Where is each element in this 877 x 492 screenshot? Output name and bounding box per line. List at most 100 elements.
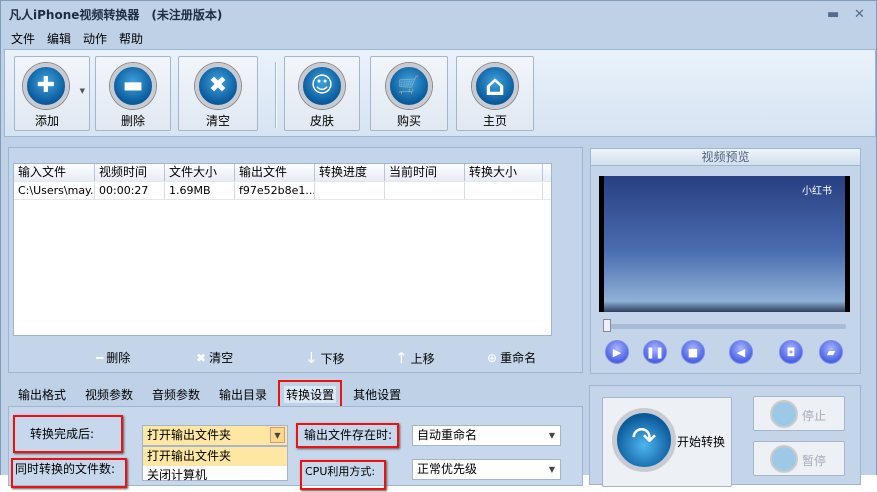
pause-icon	[770, 445, 798, 473]
cell-video-time: 00:00:27	[95, 182, 165, 199]
col-current-time[interactable]: 当前时间	[385, 164, 465, 181]
clear-label: 清空	[205, 114, 230, 128]
settings-tabs: 输出格式 视频参数 音频参数 输出目录 转换设置 其他设置	[16, 380, 403, 409]
cell-file-size: 1.69MB	[165, 182, 235, 199]
window-title: 凡人iPhone视频转换器 (未注册版本)	[9, 8, 223, 22]
folder-icon[interactable]: ▰	[819, 340, 843, 364]
delete-button[interactable]: ▬ 删除	[95, 56, 171, 131]
rename-button[interactable]: ⊕ 重命名	[487, 349, 536, 366]
toolbar-separator	[275, 62, 277, 128]
menu-action[interactable]: 动作	[83, 30, 107, 47]
move-up-button[interactable]: ↑ 上移	[395, 349, 435, 367]
tab-video-params[interactable]: 视频参数	[83, 386, 135, 403]
volume-icon[interactable]: ◀	[729, 340, 753, 364]
stop-icon	[770, 400, 798, 428]
seek-slider[interactable]	[603, 324, 846, 329]
add-label: 添加	[35, 114, 60, 128]
list-clear-label: 清空	[209, 351, 234, 365]
preview-title: 视频预览	[591, 149, 860, 166]
skin-label: 皮肤	[309, 114, 334, 128]
chevron-down-icon: ▼	[548, 465, 555, 474]
col-converted-size[interactable]: 转换大小	[465, 164, 543, 181]
x-icon: ✖	[196, 350, 207, 365]
file-table[interactable]: 输入文件 视频时间 文件大小 输出文件 转换进度 当前时间 转换大小 C:\Us…	[13, 163, 552, 336]
option-shutdown[interactable]: 关闭计算机	[143, 466, 287, 485]
home-icon: ⌂	[472, 63, 518, 109]
cell-progress	[315, 182, 385, 199]
col-file-size[interactable]: 文件大小	[165, 164, 235, 181]
clear-x-icon: ✖	[195, 63, 241, 109]
concurrent-files-label: 同时转换的文件数:	[11, 458, 127, 488]
tab-audio-params[interactable]: 音频参数	[150, 386, 202, 403]
file-exists-value: 自动重命名	[417, 428, 478, 442]
smiley-icon: ☺	[299, 63, 345, 109]
cell-current-time	[385, 182, 465, 199]
list-delete-button[interactable]: ━ 删除	[96, 349, 130, 366]
add-button[interactable]: ✚ ▼ 添加	[14, 56, 90, 131]
buy-label: 购买	[396, 114, 421, 128]
menu-edit[interactable]: 编辑	[47, 30, 71, 47]
pause-button[interactable]: 暂停	[753, 441, 845, 476]
tab-convert-settings[interactable]: 转换设置	[278, 380, 343, 409]
home-button[interactable]: ⌂ 主页	[456, 56, 534, 131]
stop-button[interactable]: 停止	[753, 396, 845, 431]
arrow-down-icon: ↓	[305, 349, 318, 367]
skin-button[interactable]: ☺ 皮肤	[284, 56, 360, 131]
stop-icon[interactable]: ■	[681, 340, 705, 364]
watermark: 小红书	[802, 186, 832, 197]
tab-output-format[interactable]: 输出格式	[16, 386, 68, 403]
after-convert-select[interactable]: 打开输出文件夹 ▼	[142, 425, 288, 446]
tab-other-settings[interactable]: 其他设置	[351, 386, 403, 403]
chevron-down-icon[interactable]: ▼	[270, 427, 285, 443]
cell-output-file: f97e52b8e1...	[235, 182, 315, 199]
cell-input-file: C:\Users\may...	[14, 182, 95, 199]
chevron-down-icon: ▼	[548, 431, 555, 440]
rename-label: 重命名	[500, 351, 537, 365]
clear-button[interactable]: ✖ 清空	[178, 56, 258, 131]
app-window: 凡人iPhone视频转换器 (未注册版本) ▬ ✕ 文件 编辑 动作 帮助 ✚ ▼…	[0, 0, 877, 490]
tab-output-dir[interactable]: 输出目录	[217, 386, 269, 403]
seek-handle[interactable]	[603, 319, 611, 332]
col-progress[interactable]: 转换进度	[315, 164, 385, 181]
start-convert-button[interactable]: ↷ 开始转换	[602, 397, 732, 487]
cell-converted-size	[465, 182, 543, 199]
home-label: 主页	[482, 114, 507, 128]
minus-icon: ▬	[110, 63, 156, 109]
move-up-label: 上移	[410, 351, 435, 366]
after-convert-value: 打开输出文件夹	[147, 428, 232, 442]
play-icon[interactable]: ▶	[605, 340, 629, 364]
dropdown-arrow-icon[interactable]: ▼	[80, 87, 85, 95]
menu-help[interactable]: 帮助	[119, 30, 143, 47]
menu-file[interactable]: 文件	[11, 30, 35, 47]
file-exists-label: 输出文件存在时:	[296, 423, 399, 448]
buy-button[interactable]: 🛒 购买	[370, 56, 448, 131]
start-convert-label: 开始转换	[677, 435, 726, 449]
cpu-usage-value: 正常优先级	[417, 462, 478, 476]
col-output-file[interactable]: 输出文件	[235, 164, 315, 181]
stop-label: 停止	[802, 409, 827, 423]
option-open-folder[interactable]: 打开输出文件夹	[143, 447, 287, 466]
after-convert-dropdown: 打开输出文件夹 关闭计算机	[142, 446, 288, 482]
list-clear-button[interactable]: ✖ 清空	[196, 349, 233, 366]
col-video-time[interactable]: 视频时间	[95, 164, 165, 181]
delete-label: 删除	[120, 114, 145, 128]
file-exists-select[interactable]: 自动重命名 ▼	[412, 425, 561, 446]
pause-label: 暂停	[802, 454, 827, 468]
start-arrow-icon: ↷	[612, 408, 676, 472]
snapshot-icon[interactable]: ◘	[779, 340, 803, 364]
minimize-button[interactable]: ▬	[827, 7, 839, 22]
table-row[interactable]: C:\Users\may... 00:00:27 1.69MB f97e52b8…	[14, 182, 551, 200]
cart-icon: 🛒	[386, 63, 432, 109]
minus-icon: ━	[96, 350, 104, 365]
move-down-button[interactable]: ↓ 下移	[305, 349, 345, 367]
col-input-file[interactable]: 输入文件	[14, 164, 95, 181]
toolbar: ✚ ▼ 添加 ▬ 删除 ✖ 清空 ☺ 皮肤 🛒 购买 ⌂ 主页	[4, 49, 876, 137]
menu-bar: 文件 编辑 动作 帮助	[11, 30, 143, 47]
move-down-label: 下移	[320, 351, 345, 366]
list-delete-label: 删除	[106, 351, 131, 365]
plus-icon: ✚	[23, 63, 69, 109]
pause-icon[interactable]: ❚❚	[643, 340, 667, 364]
cpu-usage-select[interactable]: 正常优先级 ▼	[412, 459, 561, 480]
video-frame: 小红书	[599, 176, 850, 312]
close-button[interactable]: ✕	[854, 7, 865, 22]
